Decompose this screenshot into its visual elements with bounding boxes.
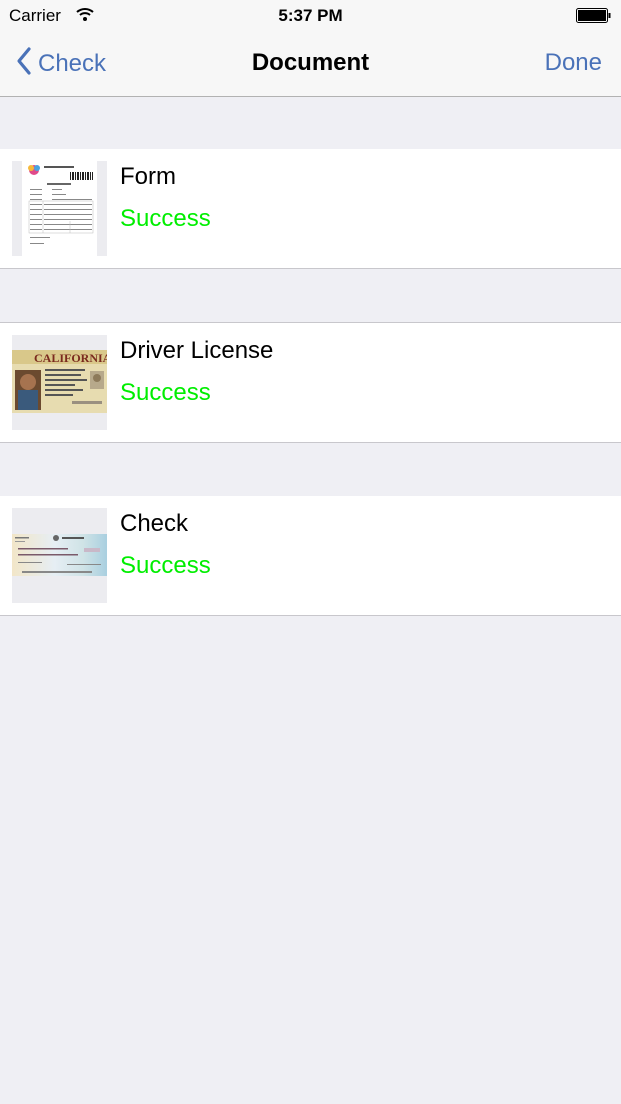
document-status: Success <box>120 379 211 406</box>
status-time: 5:37 PM <box>278 6 343 25</box>
navigation-bar: Check Document Done <box>0 32 621 97</box>
document-title: Driver License <box>120 337 274 364</box>
license-state-text: CALIFORNIA <box>34 351 107 365</box>
status-bar: Carrier 5:37 PM <box>0 0 621 32</box>
document-status: Success <box>120 552 211 579</box>
done-button[interactable]: Done <box>545 49 602 77</box>
document-row-check[interactable]: Check Success <box>0 496 621 616</box>
document-status: Success <box>120 205 211 232</box>
document-row-form[interactable]: Form Success <box>0 149 621 269</box>
form-document-thumbnail <box>12 161 107 256</box>
driver-license-thumbnail: CALIFORNIA <box>12 335 107 430</box>
document-title: Form <box>120 163 176 190</box>
document-row-driver-license[interactable]: CALIFORNIA Driver License Success <box>0 322 621 443</box>
battery-icon <box>576 8 612 29</box>
page-title: Document <box>251 49 370 76</box>
check-thumbnail <box>12 508 107 603</box>
document-title: Check <box>120 510 189 537</box>
